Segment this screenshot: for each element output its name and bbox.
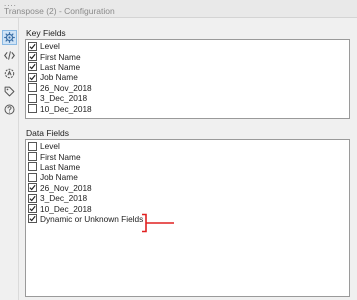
field-name: Level xyxy=(40,41,60,52)
field-name: Last Name xyxy=(40,161,81,172)
data-fields-list[interactable]: Level First Name Last Name Job Name 26_Nov_2… xyxy=(25,139,350,297)
data-fields-label: Data Fields xyxy=(26,128,69,138)
checkbox[interactable] xyxy=(28,152,37,162)
field-name: First Name xyxy=(40,151,81,162)
configuration-tab[interactable] xyxy=(2,30,17,45)
field-name: First Name xyxy=(40,51,81,62)
checkbox[interactable] xyxy=(28,83,37,93)
checkbox[interactable] xyxy=(28,62,37,72)
data-field-row[interactable]: 3_Dec_2018 xyxy=(28,193,87,203)
key-field-row[interactable]: 10_Dec_2018 xyxy=(28,103,92,114)
key-field-row[interactable]: Last Name xyxy=(28,62,80,72)
annotation-icon xyxy=(4,68,15,79)
field-name: Dynamic or Unknown Fields xyxy=(40,213,144,224)
checkbox[interactable] xyxy=(28,162,37,172)
data-field-row[interactable]: Level xyxy=(28,141,60,151)
window-title: Transpose (2) - Configuration xyxy=(4,6,115,16)
checkmark-icon xyxy=(29,185,36,191)
help-icon xyxy=(4,104,15,115)
callout-bracket xyxy=(142,213,174,233)
checkmark-icon xyxy=(29,74,36,81)
field-name: 26_Nov_2018 xyxy=(40,182,92,193)
help-tab[interactable] xyxy=(2,102,17,117)
field-name: Level xyxy=(40,141,60,152)
field-name: 3_Dec_2018 xyxy=(40,193,88,204)
field-name: 10_Dec_2018 xyxy=(40,203,92,214)
field-name: Last Name xyxy=(40,61,81,72)
key-field-row[interactable]: Job Name xyxy=(28,72,78,82)
data-field-row[interactable]: First Name xyxy=(28,151,81,162)
field-name: 10_Dec_2018 xyxy=(40,103,92,114)
checkbox[interactable] xyxy=(28,214,37,224)
field-name: Job Name xyxy=(40,172,78,183)
tool-rail xyxy=(0,18,19,300)
data-field-row[interactable]: Last Name xyxy=(28,162,80,172)
key-field-row[interactable]: First Name xyxy=(28,51,81,62)
key-fields-label: Key Fields xyxy=(26,28,66,38)
field-name: Job Name xyxy=(40,72,78,83)
key-field-row[interactable]: 26_Nov_2018 xyxy=(28,83,92,93)
checkbox[interactable] xyxy=(28,52,37,62)
checkbox[interactable] xyxy=(28,93,37,103)
checkbox[interactable] xyxy=(28,183,37,193)
data-field-row[interactable]: 10_Dec_2018 xyxy=(28,203,92,214)
checkmark-icon xyxy=(29,43,36,50)
key-field-row[interactable]: 3_Dec_2018 xyxy=(28,93,87,103)
checkbox[interactable] xyxy=(28,41,37,51)
checkmark-icon xyxy=(29,205,36,212)
tag-icon xyxy=(4,86,15,97)
checkbox[interactable] xyxy=(28,172,37,182)
field-name: 3_Dec_2018 xyxy=(40,93,88,104)
checkbox[interactable] xyxy=(28,204,37,214)
checkbox[interactable] xyxy=(28,193,37,203)
data-field-row[interactable]: Job Name xyxy=(28,172,78,182)
checkmark-icon xyxy=(29,195,36,202)
checkmark-icon xyxy=(29,64,36,70)
data-field-row[interactable]: Dynamic or Unknown Fields xyxy=(28,214,143,224)
meta-info-tab[interactable] xyxy=(2,84,17,99)
annotation-tab[interactable] xyxy=(2,66,17,81)
checkbox[interactable] xyxy=(28,72,37,82)
data-field-row[interactable]: 26_Nov_2018 xyxy=(28,183,92,193)
gear-icon xyxy=(4,32,15,43)
field-name: 26_Nov_2018 xyxy=(40,82,92,93)
code-icon xyxy=(4,51,15,60)
checkmark-icon xyxy=(29,53,36,60)
checkmark-icon xyxy=(29,216,36,222)
key-fields-list[interactable]: Level First Name Last Name Job Name 26_Nov_2… xyxy=(25,39,350,119)
title-bar: .... Transpose (2) - Configuration xyxy=(0,0,357,18)
checkbox[interactable] xyxy=(28,141,37,151)
checkbox[interactable] xyxy=(28,104,37,114)
xml-view-tab[interactable] xyxy=(2,48,17,63)
key-field-row[interactable]: Level xyxy=(28,41,60,51)
